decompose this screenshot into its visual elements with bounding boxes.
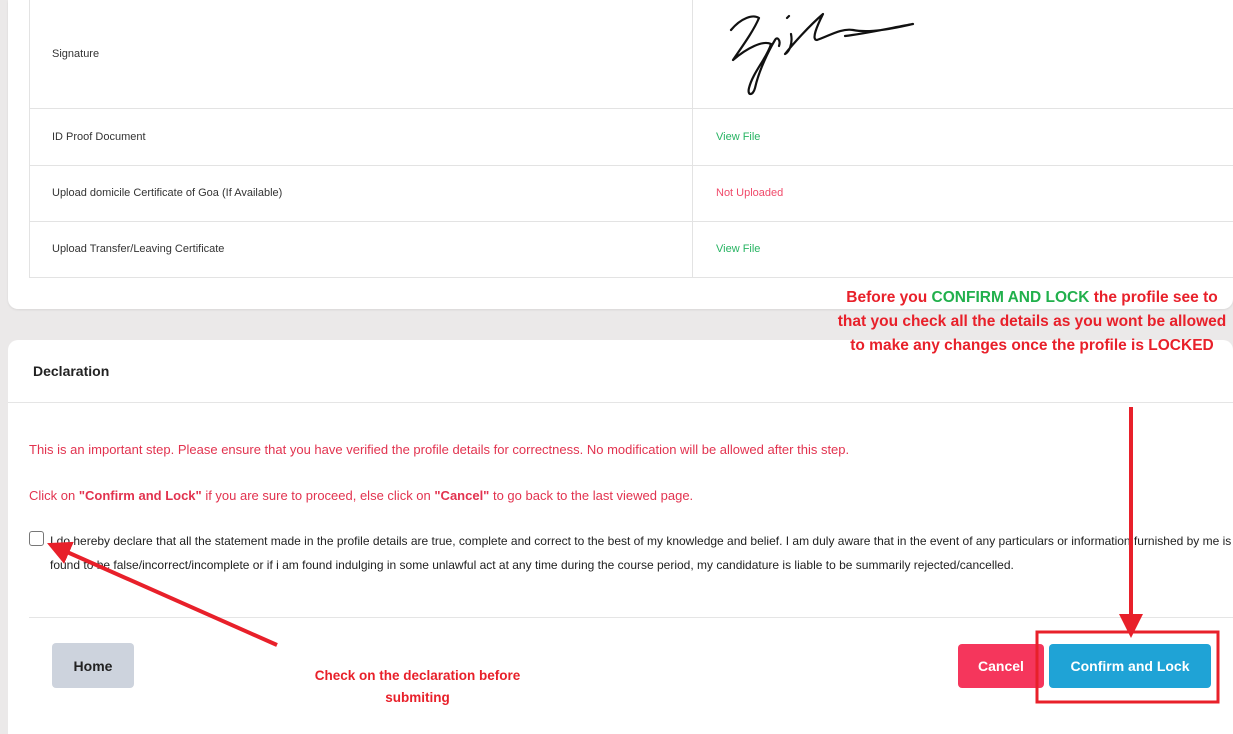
row-label: Upload Transfer/Leaving Certificate	[29, 221, 693, 278]
table-row: ID Proof Document View File	[29, 108, 1233, 166]
declaration-title: Declaration	[33, 363, 110, 379]
declaration-checkbox[interactable]	[29, 531, 44, 546]
cancel-emphasis: "Cancel"	[434, 488, 490, 503]
table-row: Signature	[29, 0, 1233, 109]
view-file-link[interactable]: View File	[716, 131, 760, 143]
annotation-bottom-note: Check on the declaration before submitin…	[314, 668, 521, 705]
view-file-link[interactable]: View File	[716, 243, 760, 255]
documents-table: Signature ID Proof Document View File Up…	[29, 0, 1233, 278]
annotation-top-note: Before you CONFIRM AND LOCK the profile …	[837, 289, 1227, 354]
cancel-button[interactable]: Cancel	[958, 644, 1044, 688]
signature-cell	[692, 0, 1233, 109]
row-label: Signature	[29, 0, 693, 109]
confirm-and-lock-button[interactable]: Confirm and Lock	[1049, 644, 1211, 688]
declaration-card: Declaration This is an important step. P…	[8, 340, 1233, 734]
home-button[interactable]: Home	[52, 643, 134, 688]
declaration-text: I do hereby declare that all the stateme…	[50, 534, 1232, 572]
documents-card: Signature ID Proof Document View File Up…	[8, 0, 1233, 309]
warning-text: This is an important step. Please ensure…	[29, 442, 850, 457]
confirm-emphasis: "Confirm and Lock"	[78, 488, 202, 503]
table-row: Upload domicile Certificate of Goa (If A…	[29, 165, 1233, 222]
divider	[29, 617, 1233, 618]
signature-image	[729, 12, 915, 96]
not-uploaded-status: Not Uploaded	[716, 187, 784, 199]
row-label: ID Proof Document	[29, 108, 693, 166]
row-label: Upload domicile Certificate of Goa (If A…	[29, 165, 693, 222]
table-row: Upload Transfer/Leaving Certificate View…	[29, 221, 1233, 278]
instruction-text: Click on "Confirm and Lock" if you are s…	[29, 488, 694, 503]
